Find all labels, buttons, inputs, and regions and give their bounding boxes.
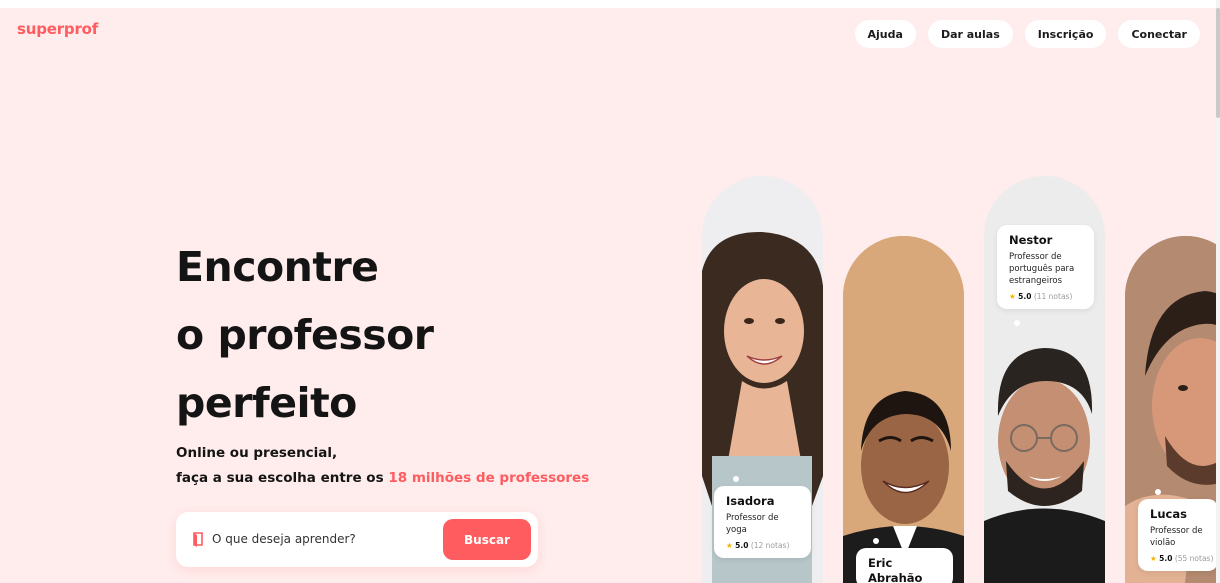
search-bar: Buscar: [176, 512, 538, 567]
signup-button[interactable]: Inscrição: [1024, 20, 1107, 48]
tutor-rating: ★ 5.0 (55 notas): [1150, 554, 1213, 563]
hero-title-line: o professor: [176, 311, 434, 359]
rating-value: 5.0: [1159, 554, 1173, 563]
tutor-rating: ★ 5.0 (11 notas): [1009, 292, 1082, 301]
hero-subtitle-line1: Online ou presencial,: [176, 445, 338, 461]
tutor-subject: Professor de português para estrangeiros: [1009, 252, 1075, 286]
review-count: (11 notas): [1033, 292, 1073, 301]
carousel-dot: [873, 538, 879, 544]
tutor-rating: ★ 5.0 (12 notas): [726, 541, 799, 550]
hero-title-line: perfeito: [176, 379, 357, 427]
review-count: (12 notas): [750, 541, 790, 550]
tutor-info-lucas: Lucas Professor de violão ★ 5.0 (55 nota…: [1138, 499, 1216, 571]
search-button[interactable]: Buscar: [443, 519, 531, 560]
tutor-subject: Professor de yoga: [726, 513, 779, 535]
hero-title-line: Encontre: [176, 243, 379, 291]
tutor-name: Eric Abrahão: [868, 556, 923, 583]
carousel-dot: [733, 476, 739, 482]
rating-value: 5.0: [735, 541, 749, 550]
carousel-dot: [1155, 489, 1161, 495]
teach-button[interactable]: Dar aulas: [927, 20, 1013, 48]
carousel-dot: [1014, 320, 1020, 326]
tutor-name: Isadora: [726, 494, 775, 508]
tutor-info-eric: Eric Abrahão: [856, 548, 953, 583]
tutor-name: Nestor: [1009, 233, 1053, 247]
top-nav: Ajuda Dar aulas Inscrição Conectar: [854, 20, 1200, 48]
tutor-photo: [843, 236, 964, 583]
hero-subtitle: Online ou presencial, faça a sua escolha…: [176, 441, 589, 491]
hero-title: Encontre o professor perfeito: [176, 233, 434, 437]
star-icon: ★: [726, 541, 733, 550]
page-background: superprof Ajuda Dar aulas Inscrição Cone…: [0, 8, 1216, 583]
tutor-info-nestor: Nestor Professor de português para estra…: [997, 225, 1094, 309]
star-icon: ★: [1150, 554, 1157, 563]
hero-subtitle-line2: faça a sua escolha entre os 18 milhões d…: [176, 466, 589, 491]
search-input[interactable]: [212, 526, 432, 552]
book-icon: [193, 532, 203, 547]
review-count: (55 notas): [1174, 554, 1214, 563]
star-icon: ★: [1009, 292, 1016, 301]
page-scrollbar[interactable]: [1216, 0, 1220, 583]
tutor-info-isadora: Isadora Professor de yoga ★ 5.0 (12 nota…: [714, 486, 811, 558]
tutor-count-highlight: 18 milhões de professores: [388, 470, 590, 486]
login-button[interactable]: Conectar: [1118, 20, 1200, 48]
scrollbar-thumb[interactable]: [1216, 8, 1220, 118]
superprof-logo[interactable]: superprof: [17, 20, 98, 38]
rating-value: 5.0: [1018, 292, 1032, 301]
subtitle-text: faça a sua escolha entre os: [176, 470, 389, 486]
tutor-name: Lucas: [1150, 507, 1187, 521]
tutor-subject: Professor de violão: [1150, 526, 1203, 548]
tutor-card-eric[interactable]: [843, 236, 964, 583]
help-button[interactable]: Ajuda: [854, 20, 916, 48]
